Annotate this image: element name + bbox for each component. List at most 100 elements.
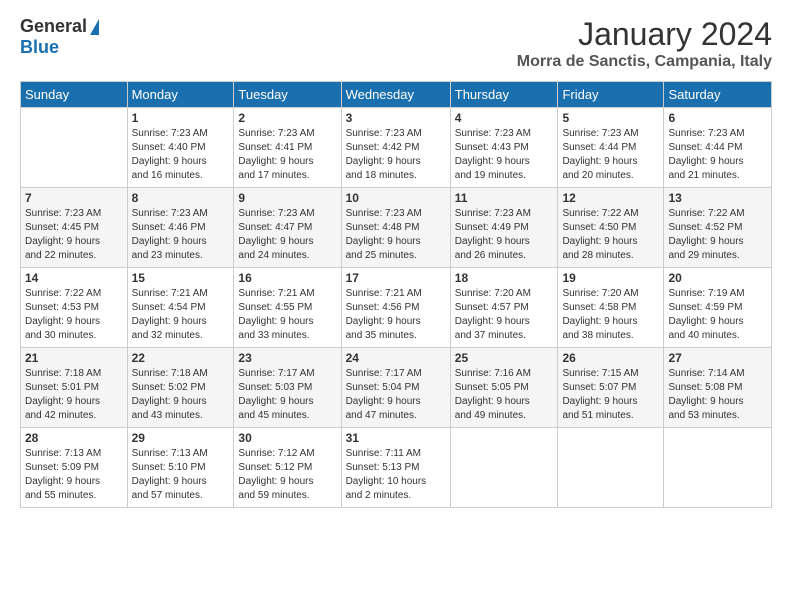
day-number: 25	[455, 351, 554, 365]
col-header-saturday: Saturday	[664, 82, 772, 108]
header: General Blue January 2024 Morra de Sanct…	[20, 16, 772, 71]
day-number: 19	[562, 271, 659, 285]
day-info: Sunrise: 7:23 AM Sunset: 4:44 PM Dayligh…	[562, 127, 659, 183]
day-info: Sunrise: 7:23 AM Sunset: 4:48 PM Dayligh…	[346, 207, 446, 263]
day-number: 26	[562, 351, 659, 365]
day-number: 10	[346, 191, 446, 205]
day-info: Sunrise: 7:23 AM Sunset: 4:46 PM Dayligh…	[132, 207, 230, 263]
day-number: 27	[668, 351, 767, 365]
day-info: Sunrise: 7:11 AM Sunset: 5:13 PM Dayligh…	[346, 447, 446, 503]
week-row-5: 28 Sunrise: 7:13 AM Sunset: 5:09 PM Dayli…	[21, 428, 772, 508]
day-info: Sunrise: 7:22 AM Sunset: 4:52 PM Dayligh…	[668, 207, 767, 263]
calendar-cell: 15 Sunrise: 7:21 AM Sunset: 4:54 PM Dayli…	[127, 268, 234, 348]
day-number: 12	[562, 191, 659, 205]
day-info: Sunrise: 7:23 AM Sunset: 4:49 PM Dayligh…	[455, 207, 554, 263]
calendar-cell: 30Sunrise: 7:12 AM Sunset: 5:12 PM Dayli…	[234, 428, 341, 508]
day-info: Sunrise: 7:23 AM Sunset: 4:40 PM Dayligh…	[132, 127, 230, 183]
day-number: 11	[455, 191, 554, 205]
day-number: 6	[668, 111, 767, 125]
calendar-cell: 9 Sunrise: 7:23 AM Sunset: 4:47 PM Daylig…	[234, 188, 341, 268]
calendar-cell: 28 Sunrise: 7:13 AM Sunset: 5:09 PM Dayli…	[21, 428, 128, 508]
calendar-cell: 6 Sunrise: 7:23 AM Sunset: 4:44 PM Daylig…	[664, 108, 772, 188]
calendar-cell: 22 Sunrise: 7:18 AM Sunset: 5:02 PM Dayli…	[127, 348, 234, 428]
day-info: Sunrise: 7:13 AM Sunset: 5:10 PM Dayligh…	[132, 447, 230, 503]
day-number: 2	[238, 111, 336, 125]
page: General Blue January 2024 Morra de Sanct…	[0, 0, 792, 518]
calendar-cell: 31 Sunrise: 7:11 AM Sunset: 5:13 PM Dayli…	[341, 428, 450, 508]
day-info: Sunrise: 7:22 AM Sunset: 4:50 PM Dayligh…	[562, 207, 659, 263]
calendar-table: SundayMondayTuesdayWednesdayThursdayFrid…	[20, 81, 772, 508]
logo-triangle-icon	[90, 19, 99, 35]
calendar-cell	[558, 428, 664, 508]
calendar-cell: 24 Sunrise: 7:17 AM Sunset: 5:04 PM Dayli…	[341, 348, 450, 428]
day-number: 13	[668, 191, 767, 205]
col-header-monday: Monday	[127, 82, 234, 108]
calendar-cell: 27Sunrise: 7:14 AM Sunset: 5:08 PM Dayli…	[664, 348, 772, 428]
day-number: 18	[455, 271, 554, 285]
calendar-cell	[450, 428, 558, 508]
calendar-title: January 2024	[517, 16, 772, 53]
calendar-cell: 26 Sunrise: 7:15 AM Sunset: 5:07 PM Dayli…	[558, 348, 664, 428]
col-header-tuesday: Tuesday	[234, 82, 341, 108]
calendar-cell: 20 Sunrise: 7:19 AM Sunset: 4:59 PM Dayli…	[664, 268, 772, 348]
day-number: 4	[455, 111, 554, 125]
calendar-cell: 13 Sunrise: 7:22 AM Sunset: 4:52 PM Dayli…	[664, 188, 772, 268]
day-info: Sunrise: 7:20 AM Sunset: 4:58 PM Dayligh…	[562, 287, 659, 343]
day-info: Sunrise: 7:17 AM Sunset: 5:04 PM Dayligh…	[346, 367, 446, 423]
col-header-sunday: Sunday	[21, 82, 128, 108]
day-number: 23	[238, 351, 336, 365]
day-number: 30	[238, 431, 336, 445]
day-number: 14	[25, 271, 123, 285]
calendar-cell: 19 Sunrise: 7:20 AM Sunset: 4:58 PM Dayli…	[558, 268, 664, 348]
calendar-subtitle: Morra de Sanctis, Campania, Italy	[517, 53, 772, 71]
day-info: Sunrise: 7:21 AM Sunset: 4:55 PM Dayligh…	[238, 287, 336, 343]
day-info: Sunrise: 7:23 AM Sunset: 4:43 PM Dayligh…	[455, 127, 554, 183]
calendar-cell	[21, 108, 128, 188]
calendar-cell: 8Sunrise: 7:23 AM Sunset: 4:46 PM Daylig…	[127, 188, 234, 268]
day-info: Sunrise: 7:23 AM Sunset: 4:44 PM Dayligh…	[668, 127, 767, 183]
day-info: Sunrise: 7:19 AM Sunset: 4:59 PM Dayligh…	[668, 287, 767, 343]
day-info: Sunrise: 7:23 AM Sunset: 4:41 PM Dayligh…	[238, 127, 336, 183]
day-info: Sunrise: 7:15 AM Sunset: 5:07 PM Dayligh…	[562, 367, 659, 423]
day-number: 31	[346, 431, 446, 445]
calendar-cell: 1 Sunrise: 7:23 AM Sunset: 4:40 PM Daylig…	[127, 108, 234, 188]
calendar-cell: 17 Sunrise: 7:21 AM Sunset: 4:56 PM Dayli…	[341, 268, 450, 348]
day-info: Sunrise: 7:20 AM Sunset: 4:57 PM Dayligh…	[455, 287, 554, 343]
logo-blue-text: Blue	[20, 37, 59, 57]
day-number: 17	[346, 271, 446, 285]
calendar-cell: 12 Sunrise: 7:22 AM Sunset: 4:50 PM Dayli…	[558, 188, 664, 268]
day-number: 20	[668, 271, 767, 285]
day-info: Sunrise: 7:18 AM Sunset: 5:02 PM Dayligh…	[132, 367, 230, 423]
day-number: 22	[132, 351, 230, 365]
calendar-cell: 29Sunrise: 7:13 AM Sunset: 5:10 PM Dayli…	[127, 428, 234, 508]
day-info: Sunrise: 7:21 AM Sunset: 4:56 PM Dayligh…	[346, 287, 446, 343]
calendar-cell: 7Sunrise: 7:23 AM Sunset: 4:45 PM Daylig…	[21, 188, 128, 268]
calendar-cell: 4 Sunrise: 7:23 AM Sunset: 4:43 PM Daylig…	[450, 108, 558, 188]
calendar-cell: 16 Sunrise: 7:21 AM Sunset: 4:55 PM Dayli…	[234, 268, 341, 348]
title-block: January 2024 Morra de Sanctis, Campania,…	[517, 16, 772, 71]
day-info: Sunrise: 7:13 AM Sunset: 5:09 PM Dayligh…	[25, 447, 123, 503]
day-info: Sunrise: 7:21 AM Sunset: 4:54 PM Dayligh…	[132, 287, 230, 343]
calendar-cell: 10 Sunrise: 7:23 AM Sunset: 4:48 PM Dayli…	[341, 188, 450, 268]
calendar-cell: 14Sunrise: 7:22 AM Sunset: 4:53 PM Dayli…	[21, 268, 128, 348]
calendar-cell: 5Sunrise: 7:23 AM Sunset: 4:44 PM Daylig…	[558, 108, 664, 188]
day-number: 9	[238, 191, 336, 205]
day-number: 28	[25, 431, 123, 445]
logo: General Blue	[20, 16, 99, 58]
calendar-header-row: SundayMondayTuesdayWednesdayThursdayFrid…	[21, 82, 772, 108]
day-number: 24	[346, 351, 446, 365]
day-number: 3	[346, 111, 446, 125]
day-number: 1	[132, 111, 230, 125]
day-number: 15	[132, 271, 230, 285]
calendar-cell: 2 Sunrise: 7:23 AM Sunset: 4:41 PM Daylig…	[234, 108, 341, 188]
calendar-cell	[664, 428, 772, 508]
calendar-cell: 3 Sunrise: 7:23 AM Sunset: 4:42 PM Daylig…	[341, 108, 450, 188]
day-info: Sunrise: 7:23 AM Sunset: 4:47 PM Dayligh…	[238, 207, 336, 263]
calendar-cell: 18 Sunrise: 7:20 AM Sunset: 4:57 PM Dayli…	[450, 268, 558, 348]
calendar-cell: 25Sunrise: 7:16 AM Sunset: 5:05 PM Dayli…	[450, 348, 558, 428]
day-info: Sunrise: 7:23 AM Sunset: 4:45 PM Dayligh…	[25, 207, 123, 263]
day-info: Sunrise: 7:18 AM Sunset: 5:01 PM Dayligh…	[25, 367, 123, 423]
logo-general-text: General	[20, 16, 87, 37]
day-info: Sunrise: 7:23 AM Sunset: 4:42 PM Dayligh…	[346, 127, 446, 183]
day-number: 16	[238, 271, 336, 285]
